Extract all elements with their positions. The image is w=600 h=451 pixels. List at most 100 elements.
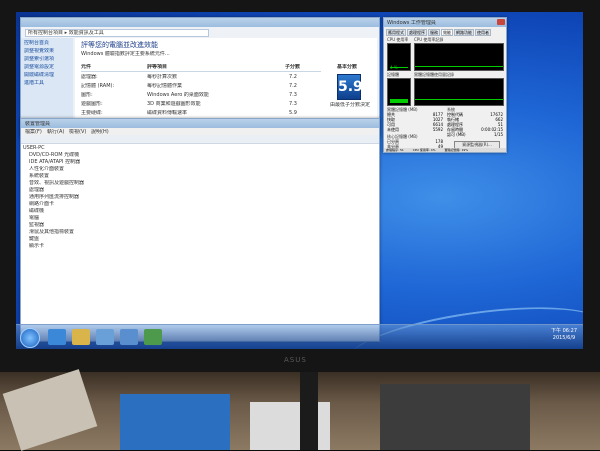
- menu-view[interactable]: 檢視(V): [69, 129, 86, 135]
- devmgr-toolbar: [21, 135, 379, 144]
- row-desc: 每秒記憶體作業: [147, 83, 183, 89]
- base-score-note: 由最低子分數決定: [329, 102, 370, 108]
- cpu-meter: 4 %: [387, 43, 411, 71]
- ie-icon[interactable]: [48, 329, 66, 345]
- row-score: 7.2: [289, 74, 297, 80]
- tree-root[interactable]: USER-PC: [23, 145, 84, 151]
- tree-item[interactable]: 網路介面卡: [29, 201, 84, 207]
- perf-titlebar[interactable]: [21, 18, 379, 27]
- explorer-icon[interactable]: [72, 329, 90, 345]
- tab-services[interactable]: 服務: [428, 29, 440, 36]
- tree-item[interactable]: 處理器: [29, 187, 84, 193]
- media-player-icon[interactable]: [96, 329, 114, 345]
- tab-users[interactable]: 使用者: [475, 29, 491, 36]
- header-divider: [81, 71, 321, 72]
- sidebar-item-advanced[interactable]: 進階工具: [24, 80, 70, 86]
- col-subscore: 子分數: [285, 64, 301, 70]
- tab-applications[interactable]: 應用程式: [386, 29, 406, 36]
- clock-date: 2015/6/9: [552, 335, 576, 341]
- phys-row: 未使用 5592: [387, 127, 443, 132]
- tab-networking[interactable]: 網路功能: [454, 29, 474, 36]
- menu-help[interactable]: 說明(H): [91, 129, 109, 135]
- row-desc: 磁碟資料傳輸速率: [147, 110, 188, 116]
- devmgr-title: 裝置管理員: [25, 121, 51, 127]
- row-name: 圖形:: [81, 92, 93, 98]
- tab-performance[interactable]: 效能: [441, 29, 453, 36]
- base-score-badge: 5.9: [337, 74, 363, 100]
- col-component: 元件: [81, 64, 92, 70]
- col-rated: 評等項目: [147, 64, 168, 70]
- desk-background: [0, 369, 600, 451]
- tree-item[interactable]: 監視器: [29, 222, 84, 228]
- tree-item[interactable]: IDE ATA/ATAPI 控制器: [29, 159, 84, 165]
- cpu-history-line: [415, 66, 503, 67]
- system-row-value: 1/15: [494, 132, 503, 137]
- row-score: 7.3: [289, 92, 297, 98]
- sidebar-item-visual[interactable]: 調整視覺效果: [24, 48, 70, 54]
- clock[interactable]: 下午 06:27 2015/6/9: [551, 328, 577, 342]
- menu-action[interactable]: 執行(A): [47, 129, 64, 135]
- desk-clutter: [380, 384, 530, 450]
- sidebar-item-power[interactable]: 調整電源設定: [24, 64, 70, 70]
- phys-row-label: 未使用: [387, 127, 399, 132]
- device-manager-window: 裝置管理員 檔案(F) 執行(A) 檢視(V) 說明(H) USER-PC DV…: [20, 118, 380, 342]
- device-manager-task-icon[interactable]: [120, 329, 138, 345]
- clock-time: 下午 06:27: [551, 328, 577, 334]
- status-cpu: CPU 使用率: 4%: [412, 148, 436, 152]
- sidebar-item-cleanup[interactable]: 開啟磁碟清理: [24, 72, 70, 78]
- taskmgr-statusbar: 處理程序: 51 CPU 使用率: 4% 實體記憶體: 19%: [384, 148, 506, 152]
- row-desc: 每秒計算次數: [147, 74, 178, 80]
- system-table: 控制代碼 17672 執行緒 662 處理程序 51 存留時間 0:00:02:15 認…: [447, 112, 503, 137]
- row-name: 遊戲圖形:: [81, 101, 103, 107]
- start-button[interactable]: [20, 328, 40, 348]
- row-desc: 3D 商業和遊戲圖形效能: [147, 101, 201, 107]
- tree-item[interactable]: DVD/CD-ROM 光碟機: [29, 152, 84, 158]
- row-name: 處理器:: [81, 74, 98, 80]
- row-score: 7.2: [289, 83, 297, 89]
- row-score: 7.3: [289, 101, 297, 107]
- papers: [2, 369, 98, 451]
- tree-item[interactable]: 音效、視訊及遊戲控制器: [29, 180, 84, 186]
- system-row: 認可 (MB) 1/15: [447, 132, 503, 137]
- col-base: 基本分數: [337, 64, 358, 70]
- tree-item[interactable]: 系統裝置: [29, 173, 84, 179]
- row-score: 5.9: [289, 110, 297, 116]
- white-box: [250, 402, 330, 450]
- status-mem: 實體記憶體: 19%: [444, 148, 469, 152]
- tree-item[interactable]: 磁碟機: [29, 208, 84, 214]
- tab-processes[interactable]: 處理程序: [407, 29, 427, 36]
- perf-heading: 評等您的電腦並改進效能: [81, 41, 158, 49]
- sidebar-item-index[interactable]: 調整索引選項: [24, 56, 70, 62]
- mem-history-graph: [414, 78, 504, 106]
- phys-mem-table: 總共 8177 快取 1027 可用 6614 未使用 5592: [387, 112, 443, 132]
- sidebar-item-home[interactable]: 控制台首頁: [24, 40, 70, 46]
- devmgr-menubar: 檔案(F) 執行(A) 檢視(V) 說明(H): [21, 128, 379, 135]
- taskmgr-title: Windows 工作管理員: [387, 20, 436, 26]
- mem-meter: [387, 78, 411, 106]
- device-tree: USER-PC DVD/CD-ROM 光碟機 IDE ATA/ATAPI 控制器…: [23, 145, 84, 250]
- monitor-stand: [300, 372, 318, 450]
- tree-item[interactable]: 鍵盤: [29, 236, 84, 242]
- tree-item[interactable]: 通用序列匯流排控制器: [29, 194, 84, 200]
- perf-intro: Windows 體驗指數評定主要系統元件...: [81, 51, 170, 57]
- task-manager-window: Windows 工作管理員 應用程式 處理程序 服務 效能 網路功能 使用者 CPU 使用…: [383, 17, 507, 153]
- tree-item[interactable]: 人性化介面裝置: [29, 166, 84, 172]
- devmgr-titlebar[interactable]: 裝置管理員: [21, 119, 379, 128]
- magazine: [120, 394, 230, 450]
- taskmgr-titlebar[interactable]: Windows 工作管理員: [384, 18, 506, 27]
- cpu-value: 4 %: [390, 65, 398, 70]
- row-desc: Windows Aero 的桌面效能: [147, 92, 209, 98]
- tree-item[interactable]: 電腦: [29, 215, 84, 221]
- row-name: 主要硬碟:: [81, 110, 103, 116]
- phys-row-value: 5592: [432, 127, 443, 132]
- monitor-brand-logo: ASUS: [284, 356, 307, 364]
- menu-file[interactable]: 檔案(F): [25, 129, 42, 135]
- status-processes: 處理程序: 51: [386, 148, 404, 152]
- desktop-screen: 所有控制台項目 ▸ 效能資訊及工具 控制台首頁 調整視覺效果 調整索引選項 調整…: [16, 12, 583, 349]
- task-manager-task-icon[interactable]: [144, 329, 162, 345]
- address-bar[interactable]: 所有控制台項目 ▸ 效能資訊及工具: [25, 29, 209, 37]
- close-icon[interactable]: [497, 19, 505, 25]
- tree-item[interactable]: 滑鼠及其他指標裝置: [29, 229, 84, 235]
- tree-item[interactable]: 顯示卡: [29, 243, 84, 249]
- mem-meter-fill: [390, 99, 408, 103]
